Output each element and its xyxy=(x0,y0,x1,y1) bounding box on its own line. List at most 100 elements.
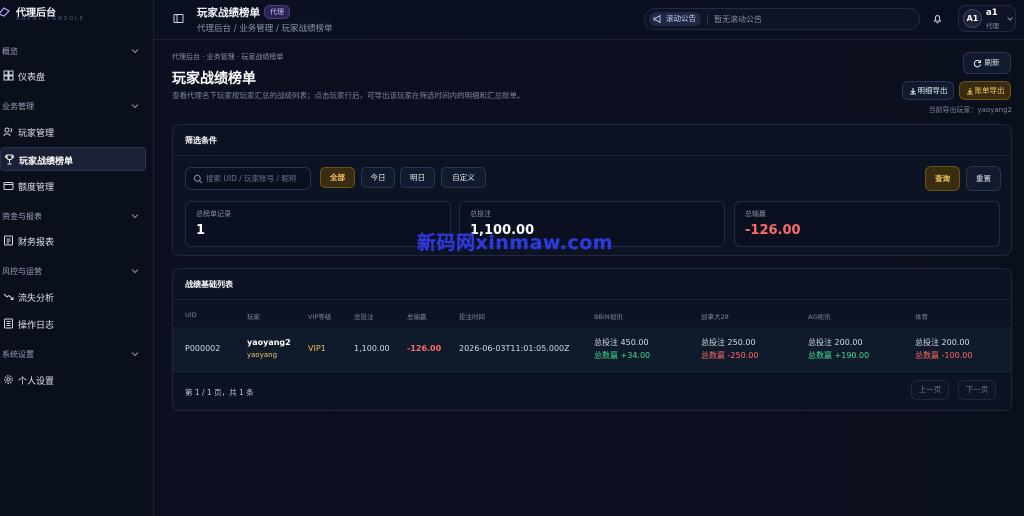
stat-label: 总榜单记录 xyxy=(196,210,231,218)
wallet-icon xyxy=(3,182,14,190)
export-detail-button[interactable]: 明细导出 xyxy=(902,81,954,100)
cell-bbin-win: 总数赢 +34.00 xyxy=(594,351,651,360)
trend-down-icon xyxy=(3,293,14,300)
column-header: BBIN视讯 xyxy=(594,313,623,321)
filter-chip-today[interactable]: 今日 xyxy=(361,167,395,188)
sidebar-item-label: 流失分析 xyxy=(18,294,55,304)
cell-sports-win: 总数赢 -100.00 xyxy=(915,351,973,360)
main-content: 代理后台 · 业务管理 · 玩家战绩榜单 玩家战绩榜单 查看代理名下玩家按玩家汇… xyxy=(154,40,1024,516)
sidebar-item-settings[interactable]: 个人设置 xyxy=(0,368,146,392)
divider xyxy=(173,155,1011,156)
nav-section-overview[interactable]: 概览 xyxy=(0,44,154,60)
cell-bet-time: 2026-06-03T11:01:05.000Z xyxy=(459,344,570,353)
bell-icon[interactable] xyxy=(932,13,943,24)
cell-total-win: -126.00 xyxy=(407,344,442,353)
table-title: 战绩基础列表 xyxy=(185,280,233,289)
sidebar-item-dashboard[interactable]: 仪表盘 xyxy=(0,64,146,88)
cell-ag-win: 总数赢 +190.00 xyxy=(808,351,870,360)
nav-section-business[interactable]: 业务管理 xyxy=(0,99,154,115)
filter-chip-custom[interactable]: 自定义 xyxy=(441,167,486,188)
page-description: 查看代理名下玩家按玩家汇总的战绩列表；点击玩家行后，可导出该玩家在筛选时间内的明… xyxy=(172,91,525,100)
refresh-icon xyxy=(973,59,982,68)
breadcrumb: 代理后台 · 业务管理 · 玩家战绩榜单 xyxy=(172,53,284,61)
divider xyxy=(173,371,1011,372)
cell-canada28-win: 总数赢 -250.00 xyxy=(701,351,759,360)
divider xyxy=(707,14,708,25)
next-page-button[interactable]: 下一页 xyxy=(958,380,996,400)
sidebar-item-players[interactable]: 玩家管理 xyxy=(0,120,146,144)
announcement-bar[interactable]: 滚动公告 暂无滚动公告 xyxy=(644,8,920,30)
sidebar-item-label: 操作日志 xyxy=(18,321,55,331)
gear-icon xyxy=(4,375,13,384)
query-button[interactable]: 查询 xyxy=(925,166,960,191)
export-bill-label: 账单导出 xyxy=(974,86,1005,95)
sidebar-item-logs[interactable]: 操作日志 xyxy=(0,312,146,336)
stat-value: -126.00 xyxy=(745,223,801,238)
stat-value: 1 xyxy=(196,223,206,238)
table-row[interactable]: P000002 yaoyang2 yaoyang VIP1 1,100.00 -… xyxy=(173,327,1011,371)
prev-page-button[interactable]: 上一页 xyxy=(911,380,949,400)
sidebar-item-leaderboard[interactable]: 玩家战绩榜单 xyxy=(0,147,146,171)
nav-section-finance[interactable]: 资金与报表 xyxy=(0,209,154,225)
user-role: 代理 xyxy=(986,22,999,30)
filter-chip-all[interactable]: 全部 xyxy=(320,167,355,188)
column-header: 玩家 xyxy=(247,313,260,321)
nav-section-label: 业务管理 xyxy=(2,102,34,111)
watermark: 新码网xinmaw.com xyxy=(417,232,614,254)
download-icon xyxy=(967,88,973,95)
reset-button[interactable]: 重置 xyxy=(966,166,1001,191)
dashboard-icon xyxy=(3,70,14,81)
chevron-down-icon xyxy=(131,352,139,357)
cell-ag-bet: 总投注 200.00 xyxy=(808,338,863,347)
page-title: 玩家战绩榜单 xyxy=(172,71,256,87)
filter-chip-tomorrow[interactable]: 明日 xyxy=(400,167,435,188)
megaphone-icon xyxy=(653,14,661,24)
search-input[interactable] xyxy=(206,171,308,186)
trophy-icon xyxy=(4,154,15,165)
user-name: a1 xyxy=(986,8,998,18)
cell-sports-bet: 总投注 200.00 xyxy=(915,338,970,347)
nav-section-system[interactable]: 系统设置 xyxy=(0,347,154,363)
cell-player-account: yaoyang xyxy=(247,351,278,359)
announcement-text: 暂无滚动公告 xyxy=(714,15,762,24)
filter-title: 筛选条件 xyxy=(185,136,217,145)
cell-vip: VIP1 xyxy=(308,344,326,353)
column-header: 体育 xyxy=(915,313,928,321)
search-box xyxy=(185,167,311,190)
report-icon xyxy=(4,235,13,246)
user-menu[interactable]: A1 a1 代理 xyxy=(958,5,1016,32)
sidebar-item-label: 额度管理 xyxy=(18,183,55,193)
sidebar-item-churn[interactable]: 流失分析 xyxy=(0,285,146,309)
cell-canada28-bet: 总投注 250.00 xyxy=(701,338,756,347)
logo-icon xyxy=(0,7,10,17)
refresh-button[interactable]: 刷新 xyxy=(963,52,1011,74)
chevron-down-icon xyxy=(131,214,139,219)
sidebar-item-quota[interactable]: 额度管理 xyxy=(0,174,146,198)
column-header: 加拿大28 xyxy=(701,313,729,321)
sidebar-item-finance[interactable]: 财务报表 xyxy=(0,229,146,253)
chevron-down-icon xyxy=(1007,17,1013,21)
results-card: 战绩基础列表 UID 玩家 VIP等级 总投注 总输赢 投注时间 BBIN视讯 … xyxy=(172,268,1012,411)
announcement-label: 滚动公告 xyxy=(666,14,696,23)
export-bill-button[interactable]: 账单导出 xyxy=(959,81,1011,100)
column-header: 总投注 xyxy=(354,313,374,321)
cell-bbin-bet: 总投注 450.00 xyxy=(594,338,649,347)
column-header: 总输赢 xyxy=(407,313,427,321)
sidebar-item-label: 个人设置 xyxy=(18,377,55,387)
column-header: VIP等级 xyxy=(308,313,332,321)
header-title: 玩家战绩榜单 xyxy=(197,7,260,19)
stat-label: 总输赢 xyxy=(745,210,766,218)
nav-section-risk[interactable]: 风控与运营 xyxy=(0,264,154,280)
table-header: UID 玩家 VIP等级 总投注 总输赢 投注时间 BBIN视讯 加拿大28 A… xyxy=(173,303,1011,327)
nav-section-label: 概览 xyxy=(2,47,18,56)
role-badge: 代理 xyxy=(264,5,290,19)
sidebar-toggle-icon[interactable] xyxy=(173,13,184,24)
sidebar-item-label: 玩家战绩榜单 xyxy=(19,157,74,167)
brand: 代理后台 AGENT CONSOLE xyxy=(0,0,154,28)
column-header: AG视讯 xyxy=(808,313,831,321)
stat-total-win: 总输赢 -126.00 xyxy=(734,201,1000,247)
sidebar-item-label: 仪表盘 xyxy=(18,73,46,83)
sidebar-item-label: 财务报表 xyxy=(18,238,55,248)
brand-subtitle: AGENT CONSOLE xyxy=(16,16,85,22)
top-header: 玩家战绩榜单 代理 代理后台 / 业务管理 / 玩家战绩榜单 滚动公告 暂无滚动… xyxy=(154,0,1024,40)
